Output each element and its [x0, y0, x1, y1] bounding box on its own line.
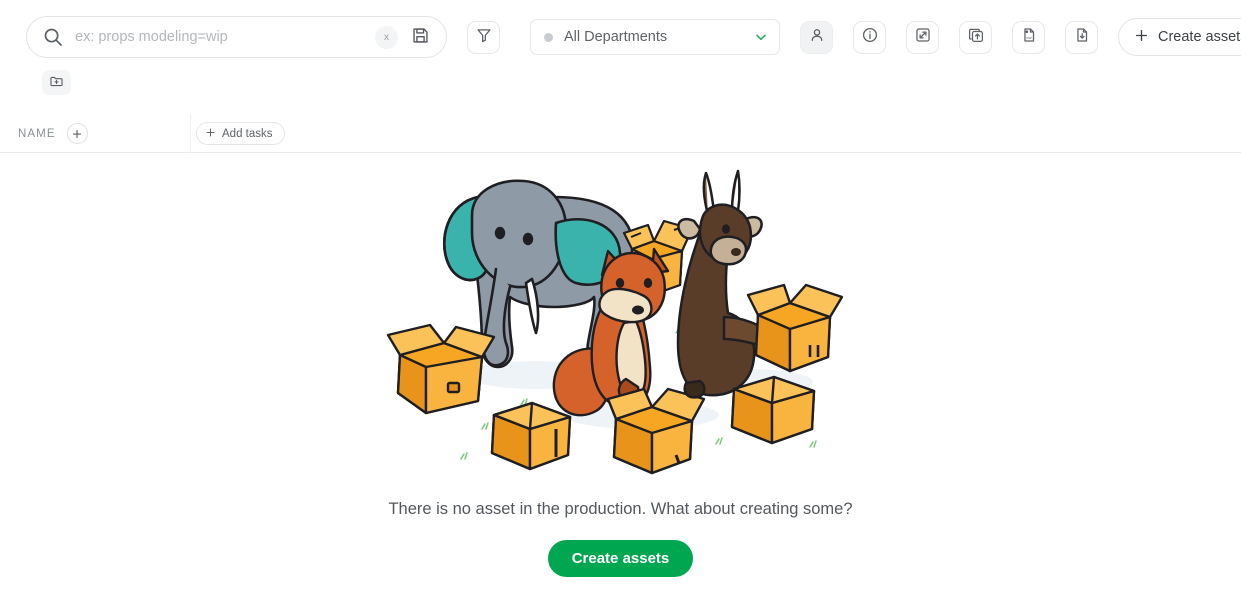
table-header: NAME Add tasks — [0, 114, 1241, 153]
add-column-button[interactable] — [66, 123, 88, 144]
new-folder-button[interactable] — [42, 70, 71, 95]
name-column-header: NAME — [18, 114, 88, 153]
csv-import-button[interactable]: csv — [1012, 20, 1045, 54]
app-root: x All D — [0, 0, 1241, 610]
person-icon — [808, 26, 826, 49]
department-color-dot — [544, 32, 553, 42]
create-assets-toolbar-label: Create assets — [1158, 29, 1241, 45]
folder-plus-icon — [49, 74, 64, 92]
top-toolbar: x All D — [0, 0, 1241, 74]
search-icon — [43, 27, 63, 47]
empty-state: There is no asset in the production. Wha… — [0, 153, 1241, 610]
upload-button[interactable] — [959, 20, 992, 54]
expand-button[interactable] — [906, 20, 939, 54]
file-download-icon — [1073, 26, 1091, 49]
chevron-down-icon — [754, 30, 768, 44]
floppy-disk-save-icon — [411, 26, 430, 48]
animals-packing-boxes-illustration — [386, 167, 856, 492]
departments-select[interactable]: All Departments — [530, 19, 780, 55]
create-assets-button[interactable]: Create assets — [547, 540, 694, 577]
clear-search-button[interactable]: x — [375, 25, 398, 49]
svg-text:csv: csv — [1026, 35, 1032, 39]
info-circle-icon — [861, 26, 879, 49]
plus-icon — [1134, 28, 1149, 47]
plus-icon — [205, 127, 216, 141]
departments-select-label: All Departments — [564, 29, 668, 45]
sub-toolbar — [0, 70, 1241, 96]
search-input[interactable] — [75, 29, 375, 45]
csv-import-icon: csv — [1020, 26, 1038, 49]
person-button[interactable] — [800, 20, 833, 54]
add-tasks-button[interactable]: Add tasks — [196, 122, 285, 145]
upload-stack-icon — [967, 26, 985, 49]
create-assets-toolbar-button[interactable]: Create assets — [1118, 18, 1241, 56]
search-box[interactable]: x — [26, 16, 447, 58]
column-divider — [190, 114, 191, 153]
empty-state-message: There is no asset in the production. Wha… — [388, 500, 853, 518]
name-column-label: NAME — [18, 127, 56, 140]
info-button[interactable] — [853, 20, 886, 54]
filter-button[interactable] — [467, 20, 500, 54]
download-button[interactable] — [1065, 20, 1098, 54]
add-tasks-label: Add tasks — [222, 127, 273, 140]
funnel-filter-icon — [475, 26, 493, 49]
expand-arrows-icon — [914, 26, 932, 49]
save-search-button[interactable] — [406, 23, 434, 51]
